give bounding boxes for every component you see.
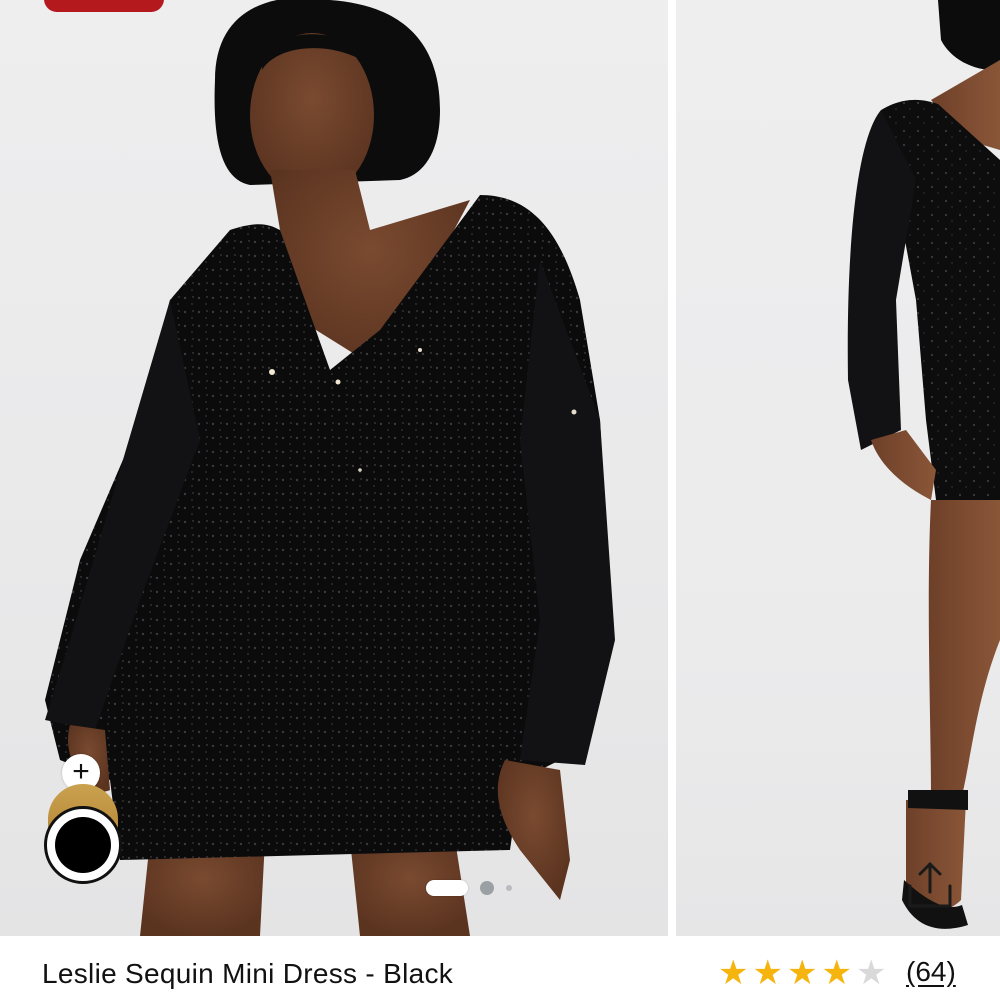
star-icon: ★ <box>752 953 783 993</box>
promo-badge <box>44 0 164 12</box>
product-title: Leslie Sequin Mini Dress - Black <box>42 958 454 989</box>
carousel-dot[interactable] <box>480 881 494 895</box>
product-info-bar: Leslie Sequin Mini Dress - Black ★ ★ ★ ★… <box>0 936 1000 1000</box>
share-icon[interactable] <box>904 858 956 912</box>
star-icon: ★ <box>786 953 818 993</box>
review-count-link[interactable]: (64) <box>906 956 956 988</box>
star-icon: ★ <box>855 953 887 993</box>
color-swatch-black[interactable] <box>44 806 122 884</box>
star-icon: ★ <box>821 953 852 993</box>
product-image-next[interactable] <box>676 0 1000 936</box>
model-photo-side <box>847 0 1000 929</box>
carousel-dot-active[interactable] <box>426 880 468 896</box>
rating-stars[interactable]: ★ ★ ★ ★ ★ <box>718 956 886 990</box>
color-swatch-black-fill <box>55 817 111 873</box>
product-image-gallery[interactable]: + <box>0 0 1000 936</box>
product-image-main[interactable]: + <box>0 0 668 936</box>
carousel-pagination <box>426 880 512 896</box>
carousel-dot[interactable] <box>506 885 512 891</box>
star-icon: ★ <box>718 953 749 993</box>
